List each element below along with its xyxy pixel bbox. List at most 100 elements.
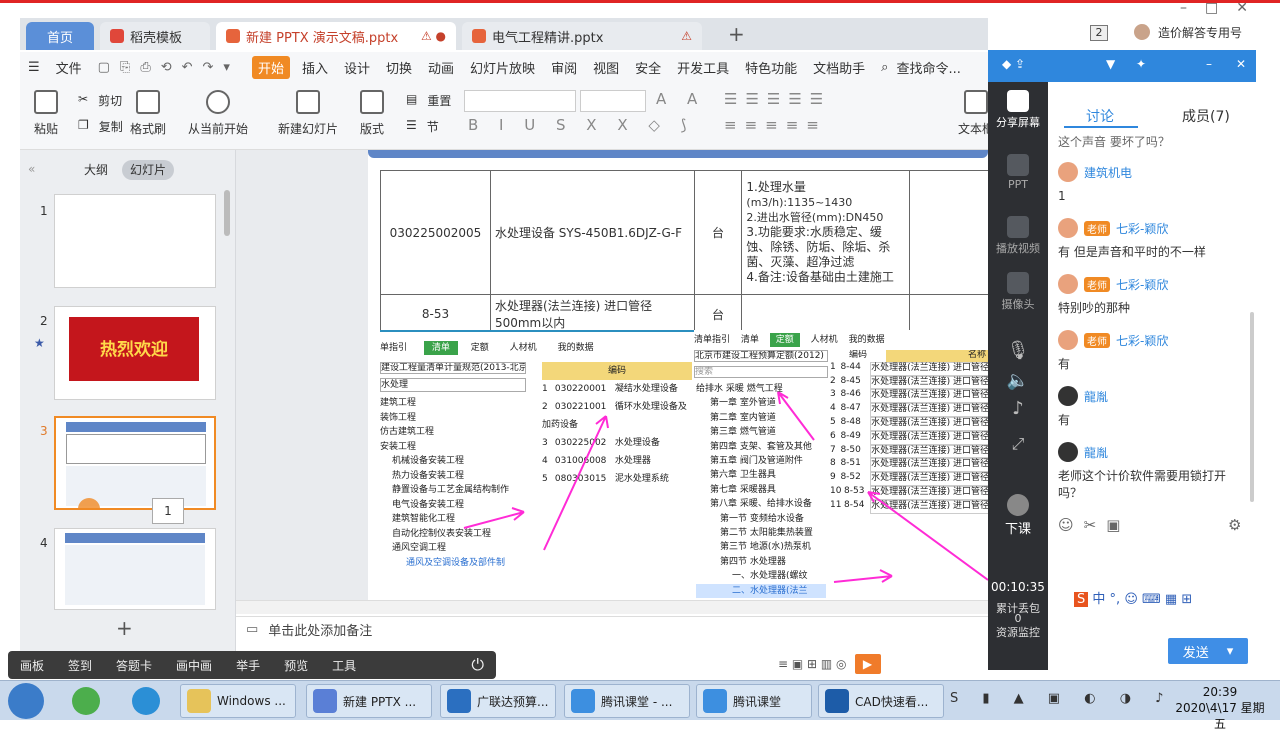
tab-discuss[interactable]: 讨论 xyxy=(1086,106,1114,126)
system-tray-icons[interactable]: S ▮ ▲ ▣ ◐ ◑ ♪ xyxy=(950,691,1173,706)
copy-button[interactable]: ❐ 复制 xyxy=(78,118,123,135)
pinned-app-icon[interactable] xyxy=(72,687,100,715)
hamburger-icon[interactable]: ☰ xyxy=(20,60,48,75)
layout-button[interactable]: 版式 xyxy=(360,90,384,137)
add-slide-button[interactable]: + xyxy=(116,616,133,640)
taskbar-item-tencent-class[interactable]: 腾讯课堂 - ... xyxy=(564,684,690,718)
music-icon[interactable]: ♪ xyxy=(988,398,1048,419)
tab-slides[interactable]: 幻灯片 xyxy=(122,160,175,180)
account-name[interactable]: 造价解答专用号 xyxy=(1158,24,1242,41)
camera-button[interactable]: 摄像头 xyxy=(988,272,1048,312)
slide-thumbnail-panel: « 大纲 幻灯片 1 2 ★ 热烈欢迎 3 1 4 + xyxy=(20,150,236,658)
toolbox-answer-card[interactable]: 答题卡 xyxy=(104,657,164,674)
play-slideshow-icon[interactable]: ▶ xyxy=(854,654,881,674)
tab-outline[interactable]: 大纲 xyxy=(76,160,116,180)
paste-button[interactable]: 粘贴 xyxy=(34,90,58,137)
resource-monitor[interactable]: 资源监控 xyxy=(988,624,1048,640)
quick-access-icons[interactable]: ▢⎘⎙⟲↶↷▾ xyxy=(90,60,248,75)
toolbox-whiteboard[interactable]: 画板 xyxy=(8,657,56,674)
menu-security[interactable]: 安全 xyxy=(627,58,669,77)
menu-slideshow[interactable]: 幻灯片放映 xyxy=(462,58,543,77)
menu-start[interactable]: 开始 xyxy=(251,55,290,79)
toolbox-preview[interactable]: 预览 xyxy=(272,657,320,674)
panel-scrollbar[interactable] xyxy=(224,190,230,236)
toolbox-checkin[interactable]: 签到 xyxy=(56,657,104,674)
taskbar-item-tencent-class-2[interactable]: 腾讯课堂 xyxy=(696,684,812,718)
section-button[interactable]: ☰ 节 xyxy=(406,118,439,135)
slide-thumbnail-1[interactable] xyxy=(54,194,216,288)
pin-icon[interactable]: ✦ xyxy=(1136,57,1146,71)
taskbar-item-glodon[interactable]: 广联达预算... xyxy=(440,684,556,718)
slide-canvas[interactable]: 030225002005 水处理设备 SYS-450B1.6DJZ-G-F 台 … xyxy=(368,150,1000,600)
sogou-icon: S xyxy=(1074,592,1089,607)
tencent-class-icon xyxy=(703,689,727,713)
chevron-down-icon[interactable]: ▾ xyxy=(1227,644,1234,659)
power-icon[interactable]: ⏻ xyxy=(459,655,496,675)
toolbox-pip[interactable]: 画中画 xyxy=(164,657,224,674)
ime-toolbar[interactable]: S 中 °, ☺ ⌨ ▦ ⊞ xyxy=(1074,588,1192,607)
menu-doc-assistant[interactable]: 文档助手 xyxy=(805,58,873,77)
tab-electrical-pptx[interactable]: 电气工程精讲.pptx ⚠ xyxy=(462,22,702,50)
avatar[interactable] xyxy=(1134,24,1150,40)
menu-developer[interactable]: 开发工具 xyxy=(669,58,737,77)
microphone-icon[interactable]: 🎙 xyxy=(988,340,1048,361)
toolbox-raise-hand[interactable]: 举手 xyxy=(224,657,272,674)
view-mode-icons[interactable]: ≡ ▣ ⊞ ▥ ◎ xyxy=(778,657,847,671)
tab-docer-templates[interactable]: 稻壳模板 xyxy=(100,22,210,50)
menu-insert[interactable]: 插入 xyxy=(294,58,336,77)
menu-view[interactable]: 视图 xyxy=(585,58,627,77)
new-tab-button[interactable]: + xyxy=(728,22,745,46)
menu-file[interactable]: 文件 xyxy=(48,58,90,77)
font-size-select[interactable] xyxy=(580,90,646,112)
window-count-badge[interactable]: 2 xyxy=(1090,25,1108,41)
tab-home[interactable]: 首页 xyxy=(26,22,94,50)
font-size-adjust-icons[interactable]: A A xyxy=(656,90,705,108)
menu-design[interactable]: 设计 xyxy=(336,58,378,77)
chat-tool-icons[interactable]: ☺✂▣ xyxy=(1058,516,1130,534)
cut-button[interactable]: ✂ 剪切 xyxy=(78,92,122,109)
expand-icon[interactable]: ⤢ xyxy=(988,434,1048,454)
chat-scrollbar[interactable] xyxy=(1250,312,1254,502)
dropdown-icon[interactable]: ▼ xyxy=(1106,57,1115,71)
taskbar-item-cad[interactable]: CAD快速看... xyxy=(818,684,944,718)
ppt-button[interactable]: PPT xyxy=(988,154,1048,191)
clock[interactable]: 20:39 2020\4\17 星期五 xyxy=(1170,684,1270,732)
horizontal-scrollbar[interactable] xyxy=(236,600,988,614)
window-controls[interactable]: –□✕ xyxy=(1180,0,1266,16)
text-format-icons[interactable]: B I U S X X ◇ ⟆ xyxy=(468,116,695,134)
slide-thumbnail-3[interactable] xyxy=(54,416,216,510)
new-slide-button[interactable]: 新建幻灯片 xyxy=(278,90,338,137)
menu-review[interactable]: 审阅 xyxy=(543,58,585,77)
menu-animation[interactable]: 动画 xyxy=(420,58,462,77)
taskbar-item-pptx[interactable]: 新建 PPTX ... xyxy=(306,684,432,718)
search-icon[interactable]: ⌕ xyxy=(873,60,896,75)
tab-members[interactable]: 成员(7) xyxy=(1182,106,1230,126)
welcome-text: 热烈欢迎 xyxy=(100,340,168,360)
reset-button[interactable]: ▤ 重置 xyxy=(406,92,451,109)
format-painter-button[interactable]: 格式刷 xyxy=(130,90,166,137)
gear-icon[interactable]: ⚙ xyxy=(1228,516,1241,534)
from-current-button[interactable]: 从当前开始 xyxy=(188,90,248,137)
share-screen-button[interactable]: 分享屏幕 xyxy=(988,90,1048,130)
speaker-icon[interactable]: 🔈 xyxy=(988,370,1048,391)
close-icon[interactable]: ✕ xyxy=(1236,57,1246,71)
menu-transition[interactable]: 切换 xyxy=(378,58,420,77)
menu-special[interactable]: 特色功能 xyxy=(737,58,805,77)
taskbar-item-explorer[interactable]: Windows ... xyxy=(180,684,296,718)
font-family-select[interactable] xyxy=(464,90,576,112)
start-button[interactable] xyxy=(8,683,44,719)
end-class-button[interactable]: 下课 xyxy=(988,494,1048,537)
slide-thumbnail-4[interactable] xyxy=(54,528,216,610)
pinned-app-icon[interactable] xyxy=(132,687,160,715)
tab-new-pptx[interactable]: 新建 PPTX 演示文稿.pptx ⚠ ● xyxy=(216,22,456,50)
minimize-icon[interactable]: – xyxy=(1206,57,1212,71)
search-command[interactable]: 查找命令... xyxy=(896,58,968,77)
paragraph-icons[interactable]: ☰☰☰☰☰ xyxy=(724,90,831,108)
align-icons[interactable]: ≡≡≡≡≡ xyxy=(724,116,827,134)
play-video-button[interactable]: 播放视频 xyxy=(988,216,1048,256)
send-button[interactable]: 发送 ▾ xyxy=(1168,638,1248,664)
ppt-file-icon xyxy=(472,29,486,43)
slide-thumbnail-2[interactable]: 热烈欢迎 xyxy=(54,306,216,400)
toolbox-tools[interactable]: 工具 xyxy=(320,657,368,674)
notes-bar[interactable]: ▭ 单击此处添加备注 xyxy=(236,616,988,642)
